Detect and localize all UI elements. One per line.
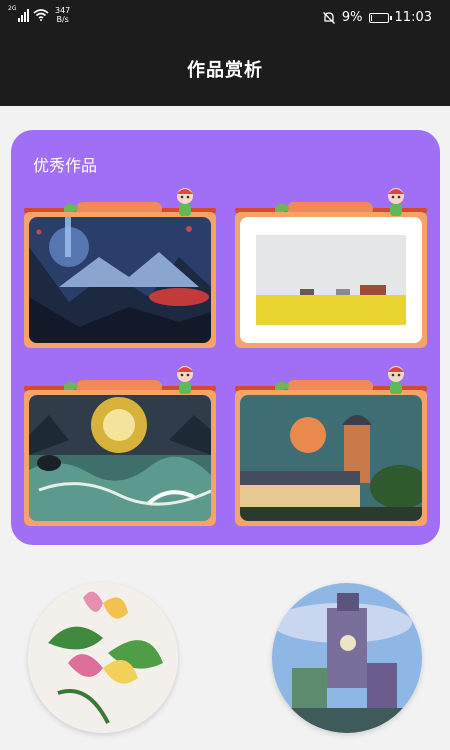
artwork-frame-3[interactable] xyxy=(24,366,216,528)
battery-fill xyxy=(370,14,372,21)
title-bar: 作品赏析 xyxy=(0,36,450,106)
artwork-thumbnail[interactable] xyxy=(240,395,422,521)
frame-board xyxy=(24,212,216,348)
clock: 11:03 xyxy=(394,10,432,25)
net-speed-value: 347 xyxy=(55,6,71,15)
leaf-icon xyxy=(275,382,289,390)
leaf-icon xyxy=(64,204,78,212)
fantasy-castle-painting xyxy=(272,583,422,733)
artwork-thumbnail[interactable] xyxy=(240,217,422,343)
frame-board xyxy=(235,390,427,526)
artwork-frame-1[interactable] xyxy=(24,188,216,350)
artwork-thumbnail[interactable] xyxy=(29,395,211,521)
net-speed: 347 B/s xyxy=(55,6,70,24)
status-bar: 2G 347 B/s 9% 11:03 xyxy=(0,0,450,36)
mascot-icon xyxy=(177,188,193,216)
artwork-circle-flower[interactable] xyxy=(28,583,178,733)
mascot-icon xyxy=(388,366,404,394)
battery-icon xyxy=(368,12,392,23)
status-left: 2G 347 B/s xyxy=(8,5,70,24)
artwork-circle-castle[interactable] xyxy=(272,583,422,733)
battery-percent: 9% xyxy=(341,10,363,25)
frame-board xyxy=(235,212,427,348)
leaf-icon xyxy=(275,204,289,212)
artwork-frame-2[interactable] xyxy=(235,188,427,350)
featured-works-card: 优秀作品 xyxy=(11,130,440,545)
tower-sunset-painting xyxy=(240,395,422,521)
featured-works-title: 优秀作品 xyxy=(33,156,98,175)
frame-board xyxy=(24,390,216,526)
magnolia-painting xyxy=(28,583,178,733)
network-type: 2G xyxy=(8,5,17,12)
stormy-sea-painting xyxy=(29,395,211,521)
night-mountain-painting xyxy=(29,217,211,343)
mascot-icon xyxy=(177,366,193,394)
mascot-icon xyxy=(388,188,404,216)
cell-signal-icon: 2G xyxy=(8,5,29,22)
net-speed-unit: B/s xyxy=(56,15,69,24)
artwork-thumbnail[interactable] xyxy=(29,217,211,343)
artwork-frame-4[interactable] xyxy=(235,366,427,528)
status-right: 9% 11:03 xyxy=(322,10,432,25)
leaf-icon xyxy=(64,382,78,390)
bell-muted-icon xyxy=(322,11,335,24)
page-title: 作品赏析 xyxy=(187,60,263,81)
wifi-icon xyxy=(33,9,49,21)
farmland-painting xyxy=(240,217,422,343)
